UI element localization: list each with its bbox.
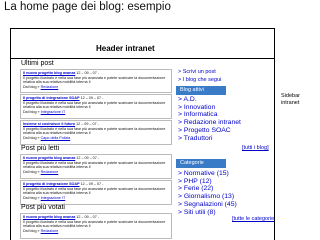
post-item[interactable]: Il progetto di integrazione SOAP 12 – 09… <box>20 180 172 205</box>
sidebar-note-line2: intranet <box>281 100 300 106</box>
post-title-link[interactable]: Il nuovo progetto blog avanza <box>23 215 75 219</box>
categorie-list: > Normative (15) > PHP (12) > Ferie (22)… <box>178 170 237 216</box>
tutti-i-blog-link[interactable]: [tutti i blog] <box>242 145 269 151</box>
post-title-link[interactable]: Il nuovo progetto blog avanza <box>23 156 75 160</box>
post-date: 12 – 09 – 07 - <box>76 156 100 160</box>
header-divider <box>11 58 274 59</box>
category-link-normative[interactable]: > Normative (15) <box>178 170 237 178</box>
post-date: 12 – 09 – 07 - <box>76 215 100 219</box>
quick-links: > Scrivi un post > I blog che segui <box>178 69 221 84</box>
post-source-prefix: Dal blog » <box>23 169 40 174</box>
blog-link-innovation[interactable]: > Innovation <box>178 104 241 112</box>
post-source-prefix: Dal blog » <box>23 135 40 140</box>
blog-link-traduttori[interactable]: > Traduttori <box>178 135 241 143</box>
category-link-php[interactable]: > PHP (12) <box>178 178 237 186</box>
post-source-prefix: Dal blog » <box>23 195 40 200</box>
post-item[interactable]: Il nuovo progetto blog avanza 12 – 09 – … <box>20 154 172 179</box>
blog-link-redazione-intranet[interactable]: > Redazione intranet <box>178 119 241 127</box>
post-blog-link[interactable]: Integrazione IT <box>41 110 66 114</box>
post-source-prefix: Dal blog » <box>23 84 40 89</box>
sidebar-note-line1: Sidebar <box>281 93 300 99</box>
category-link-ferie[interactable]: > Ferie (22) <box>178 185 237 193</box>
categorie-header: Categorie <box>176 159 226 168</box>
post-blog-link[interactable]: Redazione <box>41 170 59 174</box>
sidebar-intranet-note: Sidebar intranet <box>281 93 300 107</box>
tutte-le-categorie-link[interactable]: [tutte le categorie <box>232 216 274 222</box>
section-title-post-piu-votati: Post più votati <box>21 204 65 211</box>
post-date: 12 – 09 – 07 - <box>80 96 104 100</box>
post-blog-link[interactable]: Redazione <box>41 229 59 233</box>
category-link-siti-utili[interactable]: > Siti utili (8) <box>178 209 237 217</box>
header-intranet-label: Header intranet <box>96 44 155 53</box>
post-excerpt: Il progetto illustrato è nella sua fase … <box>23 126 166 136</box>
category-link-segnalazioni[interactable]: > Segnalazioni (45) <box>178 201 237 209</box>
post-blog-link[interactable]: Integrazione IT <box>41 196 66 200</box>
section-title-ultimi-post: Ultimi post <box>21 60 54 67</box>
post-blog-link[interactable]: Redazione <box>41 85 59 89</box>
blog-attivi-header: Blog attivi <box>176 86 226 95</box>
post-item[interactable]: Il nuovo progetto blog avanza 12 – 09 – … <box>20 69 172 93</box>
post-title-link[interactable]: Il progetto di integrazione SOAP <box>23 96 80 100</box>
post-date: 12 – 09 – 07 - <box>76 71 100 75</box>
blog-link-progetto-soac[interactable]: > Progetto SOAC <box>178 127 241 135</box>
post-excerpt: Il progetto illustrato è nella sua fase … <box>23 75 166 85</box>
post-source-prefix: Dal blog » <box>23 228 40 233</box>
post-excerpt: Il progetto illustrato è nella sua fase … <box>23 186 166 196</box>
post-excerpt: Il progetto illustrato è nella sua fase … <box>23 160 166 170</box>
post-item[interactable]: Il progetto di integrazione SOAP 12 – 09… <box>20 94 172 119</box>
post-date: 12 – 09 – 07 - <box>76 122 99 126</box>
blog-che-segui-link[interactable]: > I blog che segui <box>178 77 221 85</box>
post-title-link[interactable]: Il progetto di integrazione SOAP <box>23 182 80 186</box>
slide-title: La home page dei blog: esempio <box>4 1 171 13</box>
post-source-prefix: Dal blog » <box>23 109 40 114</box>
post-item[interactable]: Il nuovo progetto blog avanza 12 – 09 – … <box>20 213 172 239</box>
blog-attivi-list: > A.D. > Innovation > Informatica > Reda… <box>178 96 241 142</box>
post-blog-link[interactable]: Capo della Polizia <box>41 136 71 140</box>
post-excerpt: Il progetto illustrato è nella sua fase … <box>23 219 166 229</box>
post-date: 12 – 09 – 07 - <box>80 182 104 186</box>
blog-link-informatica[interactable]: > Informatica <box>178 111 241 119</box>
post-item[interactable]: Insieme si costruisce il futuro 12 – 09 … <box>20 120 172 145</box>
category-link-giornalismo[interactable]: > Giornalismo (13) <box>178 193 237 201</box>
blog-link-ad[interactable]: > A.D. <box>178 96 241 104</box>
post-title-link[interactable]: Insieme si costruisce il futuro <box>23 122 75 126</box>
post-excerpt: Il progetto illustrato è nella sua fase … <box>23 100 166 110</box>
section-title-post-piu-letti: Post più letti <box>21 145 60 152</box>
post-title-link[interactable]: Il nuovo progetto blog avanza <box>23 71 75 75</box>
scrivi-post-link[interactable]: > Scrivi un post <box>178 69 221 77</box>
